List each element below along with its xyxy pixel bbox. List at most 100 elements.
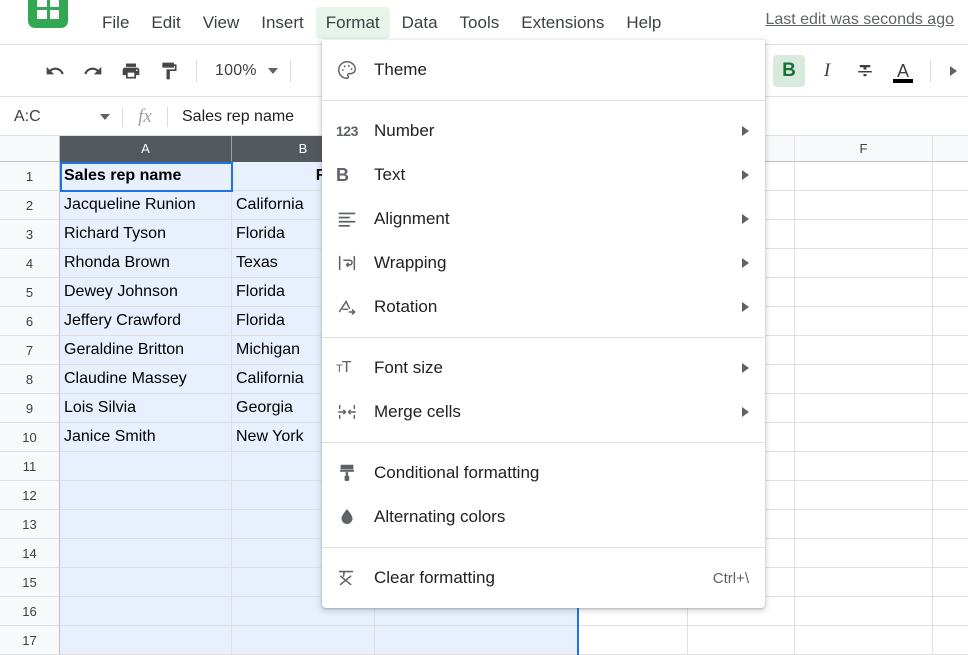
menu-item-theme[interactable]: Theme xyxy=(322,48,765,92)
cell-F1[interactable] xyxy=(795,162,933,191)
cell-G5[interactable] xyxy=(933,278,968,307)
menu-extensions[interactable]: Extensions xyxy=(511,7,614,39)
italic-button[interactable]: I xyxy=(811,55,843,87)
cell-G16[interactable] xyxy=(933,597,968,626)
menu-help[interactable]: Help xyxy=(616,7,671,39)
cell-E17[interactable] xyxy=(688,626,795,655)
cell-A16[interactable] xyxy=(60,597,232,626)
row-header-15[interactable]: 15 xyxy=(0,568,60,597)
cell-C17[interactable] xyxy=(375,626,578,655)
menu-item-rotation[interactable]: Rotation xyxy=(322,285,765,329)
menu-item-font-size[interactable]: TT Font size xyxy=(322,346,765,390)
row-header-14[interactable]: 14 xyxy=(0,539,60,568)
cell-F3[interactable] xyxy=(795,220,933,249)
menu-data[interactable]: Data xyxy=(392,7,448,39)
cell-A5[interactable]: Dewey Johnson xyxy=(60,278,232,307)
redo-icon[interactable] xyxy=(77,55,109,87)
cell-G1[interactable] xyxy=(933,162,968,191)
select-all-corner[interactable] xyxy=(0,136,60,162)
cell-A10[interactable]: Janice Smith xyxy=(60,423,232,452)
sheets-logo[interactable] xyxy=(28,0,68,28)
row-header-2[interactable]: 2 xyxy=(0,191,60,220)
cell-A12[interactable] xyxy=(60,481,232,510)
cell-G10[interactable] xyxy=(933,423,968,452)
column-header-A[interactable]: A xyxy=(60,136,232,162)
function-icon[interactable]: fx xyxy=(123,106,167,128)
cell-F5[interactable] xyxy=(795,278,933,307)
cell-A8[interactable]: Claudine Massey xyxy=(60,365,232,394)
cell-F7[interactable] xyxy=(795,336,933,365)
row-header-16[interactable]: 16 xyxy=(0,597,60,626)
row-header-3[interactable]: 3 xyxy=(0,220,60,249)
row-header-9[interactable]: 9 xyxy=(0,394,60,423)
menu-format[interactable]: Format xyxy=(315,6,390,39)
cell-G17[interactable] xyxy=(933,626,968,655)
cell-F8[interactable] xyxy=(795,365,933,394)
row-header-7[interactable]: 7 xyxy=(0,336,60,365)
cell-F10[interactable] xyxy=(795,423,933,452)
cell-F9[interactable] xyxy=(795,394,933,423)
cell-A11[interactable] xyxy=(60,452,232,481)
cell-F15[interactable] xyxy=(795,568,933,597)
cell-F4[interactable] xyxy=(795,249,933,278)
undo-icon[interactable] xyxy=(39,55,71,87)
row-header-6[interactable]: 6 xyxy=(0,307,60,336)
cell-F17[interactable] xyxy=(795,626,933,655)
cell-A4[interactable]: Rhonda Brown xyxy=(60,249,232,278)
row-header-5[interactable]: 5 xyxy=(0,278,60,307)
menu-item-text[interactable]: B Text xyxy=(322,153,765,197)
menu-view[interactable]: View xyxy=(193,7,250,39)
menu-file[interactable]: File xyxy=(92,7,139,39)
cell-A3[interactable]: Richard Tyson xyxy=(60,220,232,249)
column-header-G[interactable]: G xyxy=(933,136,968,162)
cell-G12[interactable] xyxy=(933,481,968,510)
menu-item-alternating-colors[interactable]: Alternating colors xyxy=(322,495,765,539)
cell-A14[interactable] xyxy=(60,539,232,568)
cell-F11[interactable] xyxy=(795,452,933,481)
cell-A1[interactable]: Sales rep name xyxy=(60,162,232,191)
cell-A7[interactable]: Geraldine Britton xyxy=(60,336,232,365)
cell-G15[interactable] xyxy=(933,568,968,597)
cell-D17[interactable] xyxy=(578,626,688,655)
row-header-13[interactable]: 13 xyxy=(0,510,60,539)
menu-item-merge-cells[interactable]: Merge cells xyxy=(322,390,765,434)
toolbar-overflow-icon[interactable] xyxy=(950,66,962,76)
name-box[interactable]: A:C xyxy=(0,97,122,136)
cell-F13[interactable] xyxy=(795,510,933,539)
text-color-button[interactable]: A xyxy=(887,55,919,87)
menu-edit[interactable]: Edit xyxy=(141,7,190,39)
cell-G13[interactable] xyxy=(933,510,968,539)
cell-G3[interactable] xyxy=(933,220,968,249)
cell-A9[interactable]: Lois Silvia xyxy=(60,394,232,423)
cell-A15[interactable] xyxy=(60,568,232,597)
menu-item-clear-formatting[interactable]: Clear formatting Ctrl+\ xyxy=(322,556,765,600)
cell-G7[interactable] xyxy=(933,336,968,365)
menu-item-alignment[interactable]: Alignment xyxy=(322,197,765,241)
column-header-F[interactable]: F xyxy=(795,136,933,162)
cell-F16[interactable] xyxy=(795,597,933,626)
cell-F14[interactable] xyxy=(795,539,933,568)
row-header-10[interactable]: 10 xyxy=(0,423,60,452)
cell-A17[interactable] xyxy=(60,626,232,655)
cell-A13[interactable] xyxy=(60,510,232,539)
strikethrough-button[interactable] xyxy=(849,55,881,87)
menu-item-conditional-formatting[interactable]: Conditional formatting xyxy=(322,451,765,495)
menu-item-number[interactable]: 123 Number xyxy=(322,109,765,153)
paint-format-icon[interactable] xyxy=(153,55,185,87)
cell-G14[interactable] xyxy=(933,539,968,568)
row-header-1[interactable]: 1 xyxy=(0,162,60,191)
cell-B17[interactable] xyxy=(232,626,375,655)
cell-F6[interactable] xyxy=(795,307,933,336)
menu-item-wrapping[interactable]: Wrapping xyxy=(322,241,765,285)
cell-G8[interactable] xyxy=(933,365,968,394)
menu-tools[interactable]: Tools xyxy=(450,7,510,39)
row-header-8[interactable]: 8 xyxy=(0,365,60,394)
row-header-12[interactable]: 12 xyxy=(0,481,60,510)
cell-F12[interactable] xyxy=(795,481,933,510)
bold-button[interactable]: B xyxy=(773,55,805,87)
cell-G11[interactable] xyxy=(933,452,968,481)
last-edit-status[interactable]: Last edit was seconds ago xyxy=(765,11,954,29)
cell-G9[interactable] xyxy=(933,394,968,423)
row-header-17[interactable]: 17 xyxy=(0,626,60,655)
cell-F2[interactable] xyxy=(795,191,933,220)
